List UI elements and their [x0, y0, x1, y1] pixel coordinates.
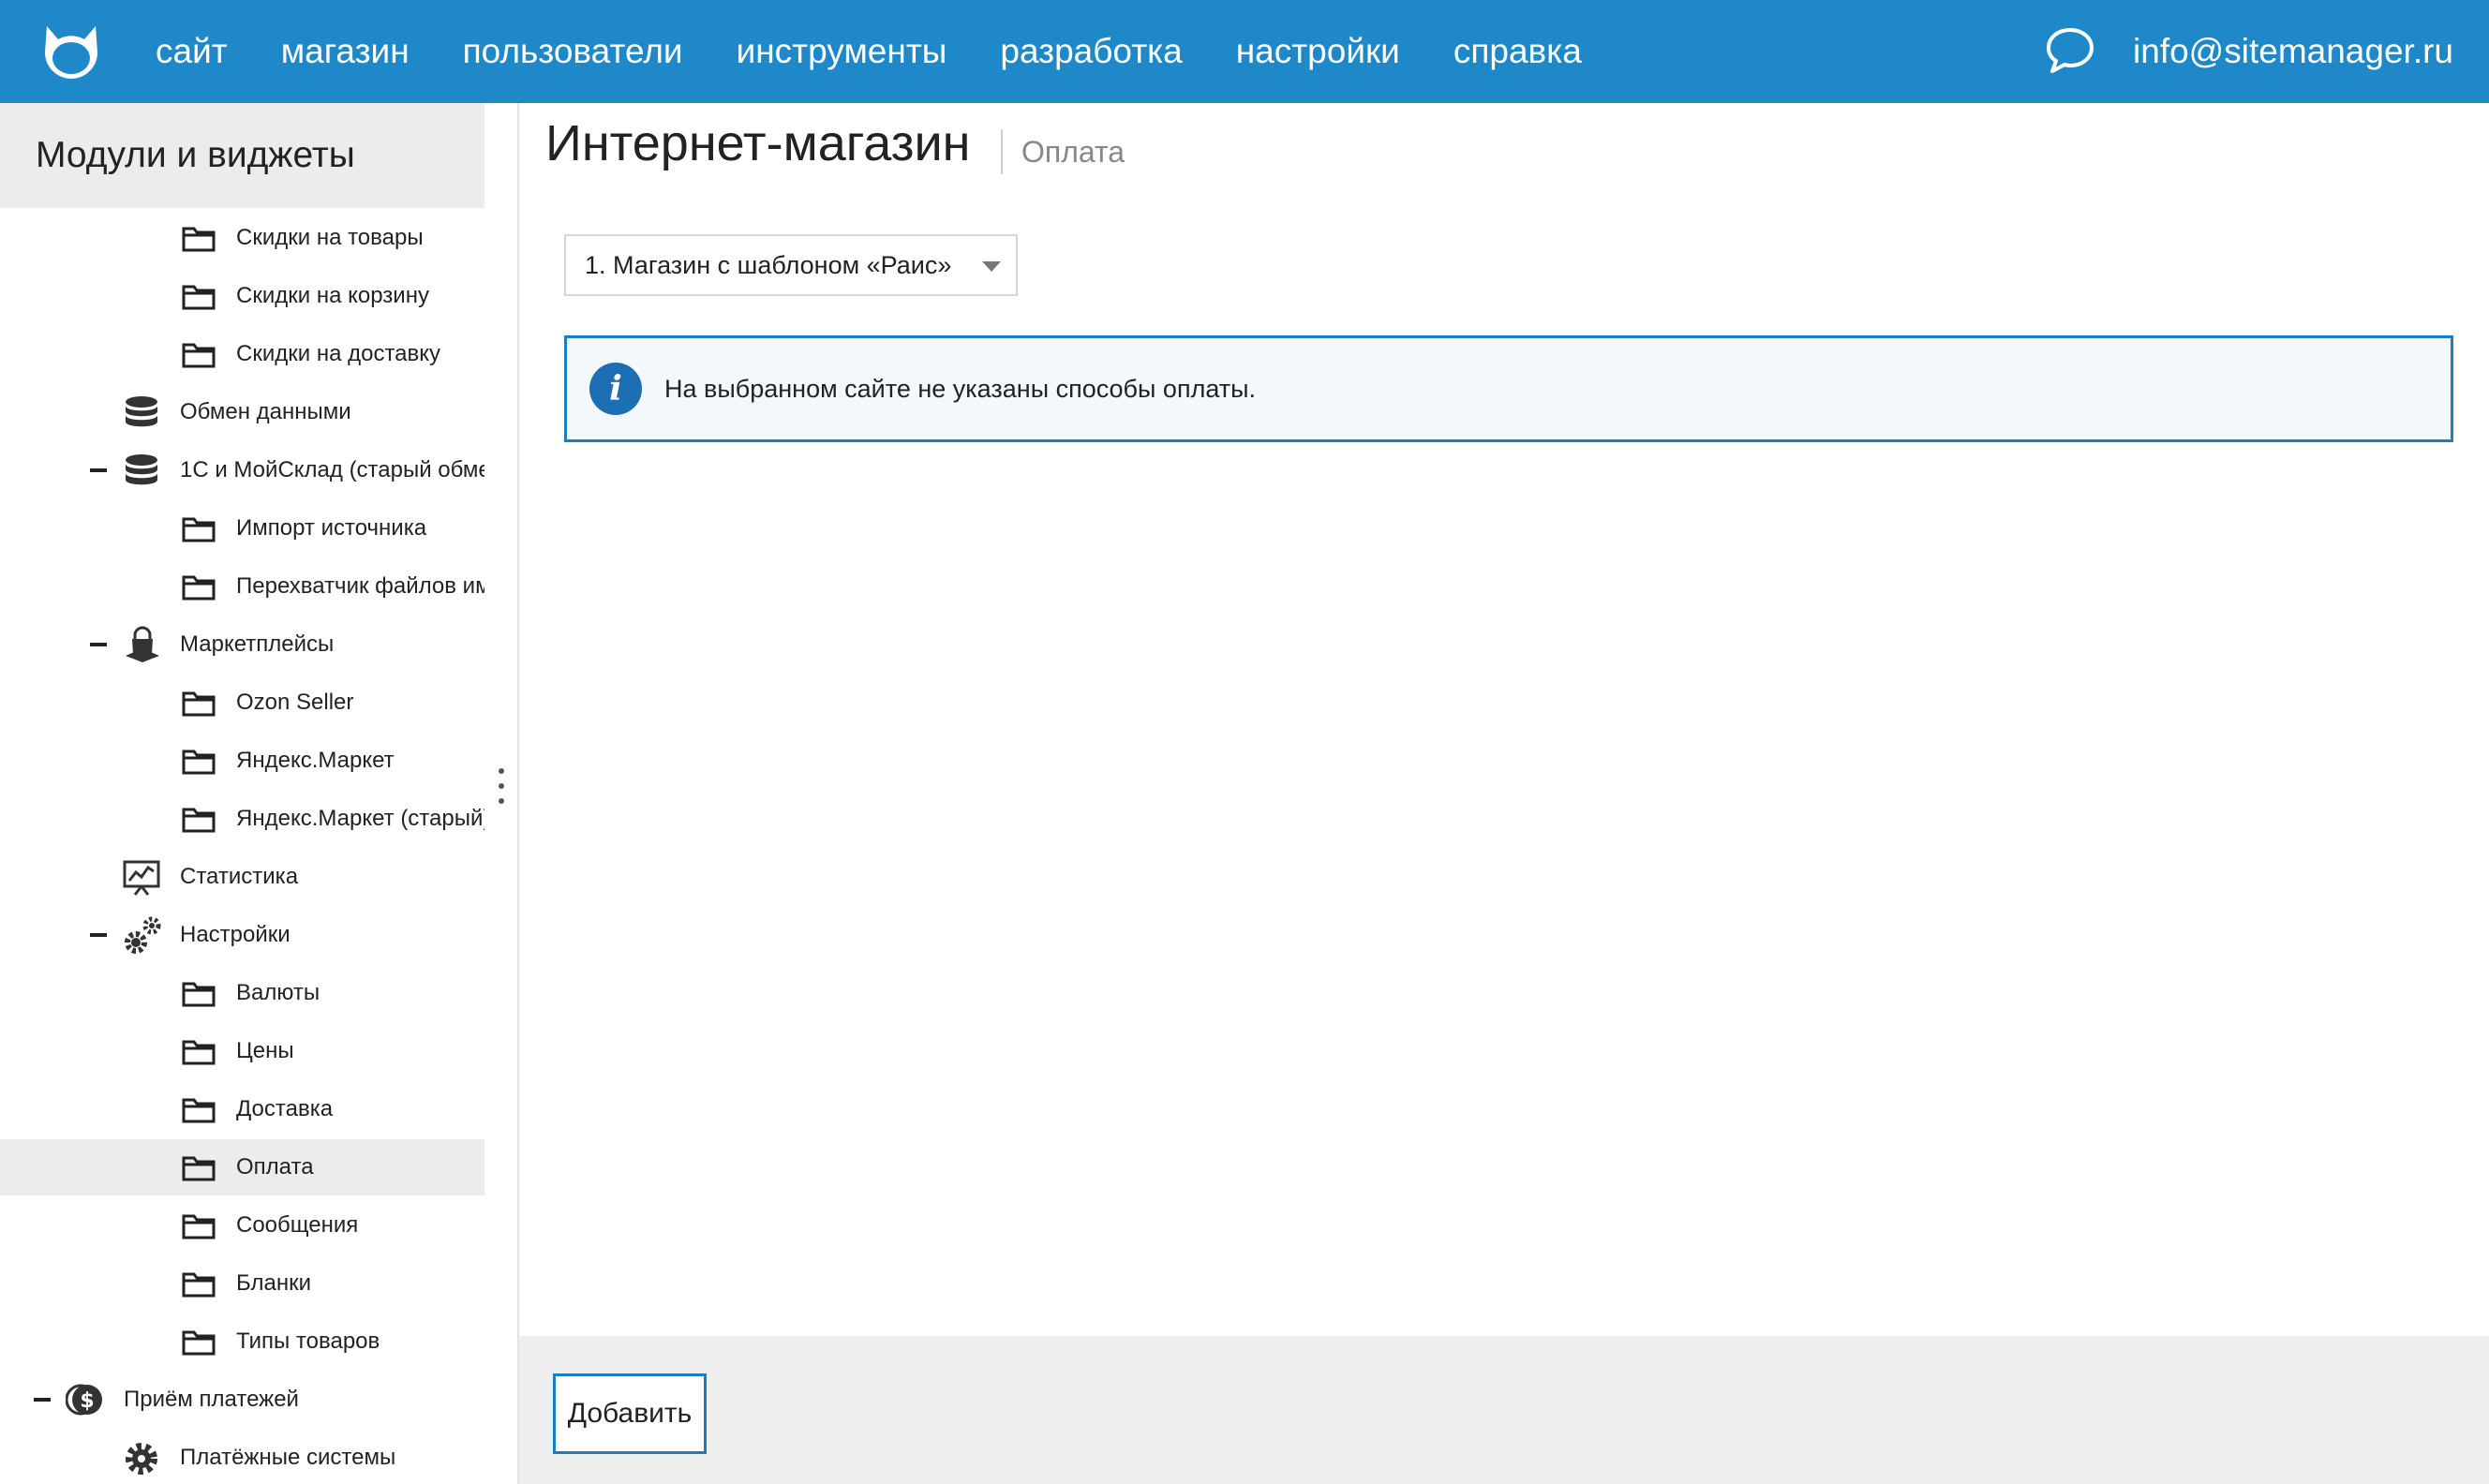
gears-icon [125, 916, 161, 954]
tree-item-payment-systems[interactable]: Платёжные системы [0, 1430, 484, 1484]
tree-item-label: Скидки на корзину [236, 283, 429, 308]
tree-item-label: Статистика [180, 864, 299, 889]
sidebar-title: Модули и виджеты [0, 103, 484, 208]
nav-tools[interactable]: инструменты [737, 32, 947, 71]
tree-item-label: Скидки на доставку [236, 341, 441, 366]
info-alert: i На выбранном сайте не указаны способы … [564, 335, 2453, 442]
folder-icon [182, 691, 216, 717]
gear-icon [126, 1443, 157, 1475]
tree-item-label: Скидки на товары [236, 225, 424, 250]
database-icon [126, 454, 157, 485]
tree-item-label: Перехватчик файлов импорта [236, 573, 484, 599]
tree-item-label: Импорт источника [236, 515, 427, 541]
folder-icon [182, 749, 216, 775]
tree-item-label: Доставка [236, 1096, 334, 1121]
tree-item-forms[interactable]: Бланки [0, 1255, 484, 1312]
main-content: Интернет-магазин Оплата 1. Магазин с шаб… [519, 103, 2489, 1484]
tree-item-label: Яндекс.Маркет (старый) [236, 806, 484, 831]
tree-item-source-import[interactable]: Импорт источника [0, 500, 484, 556]
tree-item-marketplaces[interactable]: Маркетплейсы [0, 616, 484, 673]
tree-item-ozon-seller[interactable]: Ozon Seller [0, 675, 484, 731]
marketplace-icon [126, 626, 159, 662]
logo-icon[interactable] [37, 19, 105, 86]
tree-item-label: Цены [236, 1038, 294, 1063]
main-nav: сайт магазин пользователи инструменты ра… [156, 0, 1635, 103]
chevron-down-icon [982, 261, 1001, 272]
folder-icon [182, 1156, 216, 1181]
title-separator [1001, 129, 1003, 174]
tree-item-label: Сообщения [236, 1212, 359, 1238]
folder-icon [182, 343, 216, 368]
dollar-coin-icon: $ [66, 1384, 102, 1416]
tree-item-messages[interactable]: Сообщения [0, 1197, 484, 1254]
user-email-link[interactable]: info@sitemanager.ru [2133, 0, 2453, 103]
tree-item-product-discounts[interactable]: Скидки на товары [0, 210, 484, 266]
action-footer: Добавить [519, 1336, 2489, 1484]
tree-item-cart-discounts[interactable]: Скидки на корзину [0, 268, 484, 324]
page-title: Интернет-магазин [545, 115, 971, 171]
database-icon [126, 396, 157, 427]
collapse-icon[interactable] [34, 1398, 51, 1402]
sidebar-resize-handle[interactable] [499, 768, 504, 813]
folder-icon [182, 517, 216, 542]
nav-site[interactable]: сайт [156, 32, 228, 71]
tree-item-statistics[interactable]: Статистика [0, 849, 484, 905]
tree-item-label: Приём платежей [124, 1387, 299, 1412]
tree-item-label: 1С и МойСклад (старый обмен) [180, 457, 484, 482]
tree-item-payment[interactable]: Оплата [0, 1139, 484, 1195]
folder-icon [182, 1214, 216, 1239]
tree-item-delivery[interactable]: Доставка [0, 1081, 484, 1137]
tree-item-label: Оплата [236, 1154, 314, 1180]
tree-item-settings[interactable]: Настройки [0, 907, 484, 963]
folder-icon [182, 285, 216, 310]
tree-item-label: Ozon Seller [236, 690, 354, 715]
nav-settings[interactable]: настройки [1236, 32, 1400, 71]
folder-icon [182, 1098, 216, 1123]
tree-item-label: Платёжные системы [180, 1445, 396, 1470]
folder-icon [182, 1330, 216, 1356]
tree-item-label: Валюты [236, 980, 320, 1005]
info-icon: i [589, 363, 642, 415]
tree-item-currencies[interactable]: Валюты [0, 965, 484, 1021]
info-message: На выбранном сайте не указаны способы оп… [664, 374, 1257, 403]
modules-sidebar: Модули и виджеты Скидки на товары Скидки… [0, 103, 484, 1484]
add-button[interactable]: Добавить [553, 1373, 707, 1454]
tree-item-payment-acceptance[interactable]: $ Приём платежей [0, 1372, 484, 1428]
folder-icon [182, 808, 216, 833]
tree-item-label: Яндекс.Маркет [236, 748, 395, 773]
tree-item-label: Бланки [236, 1270, 311, 1296]
tree-item-label: Маркетплейсы [180, 631, 335, 657]
tree-item-label: Обмен данными [180, 399, 351, 424]
nav-users[interactable]: пользователи [463, 32, 683, 71]
nav-development[interactable]: разработка [1000, 32, 1182, 71]
tree-item-prices[interactable]: Цены [0, 1023, 484, 1079]
tree-item-file-interceptor[interactable]: Перехватчик файлов импорта [0, 558, 484, 615]
site-select-value: 1. Магазин с шаблоном «Раис» [585, 250, 952, 279]
tree-item-1c-moysklad[interactable]: 1С и МойСклад (старый обмен) [0, 442, 484, 498]
page-subtitle: Оплата [1021, 135, 1125, 169]
folder-icon [182, 1272, 216, 1298]
folder-icon [182, 982, 216, 1007]
chat-bubble-icon[interactable] [2045, 26, 2095, 75]
top-navbar: сайт магазин пользователи инструменты ра… [0, 0, 2489, 103]
folder-icon [182, 575, 216, 601]
tree-item-label: Типы товаров [236, 1328, 380, 1354]
svg-text:$: $ [80, 1389, 94, 1413]
collapse-icon[interactable] [90, 933, 107, 937]
tree-item-product-types[interactable]: Типы товаров [0, 1313, 484, 1370]
site-select-dropdown[interactable]: 1. Магазин с шаблоном «Раис» [564, 234, 1018, 296]
statistics-icon [123, 860, 160, 896]
nav-shop[interactable]: магазин [281, 32, 410, 71]
collapse-icon[interactable] [90, 643, 107, 646]
collapse-icon[interactable] [90, 468, 107, 472]
tree-item-data-exchange[interactable]: Обмен данными [0, 384, 484, 440]
tree-item-yandex-market[interactable]: Яндекс.Маркет [0, 733, 484, 789]
folder-icon [182, 1040, 216, 1065]
folder-icon [182, 227, 216, 252]
tree-item-yandex-market-old[interactable]: Яндекс.Маркет (старый) [0, 791, 484, 847]
tree-item-label: Настройки [180, 922, 291, 947]
tree-item-delivery-discounts[interactable]: Скидки на доставку [0, 326, 484, 382]
nav-help[interactable]: справка [1453, 32, 1582, 71]
